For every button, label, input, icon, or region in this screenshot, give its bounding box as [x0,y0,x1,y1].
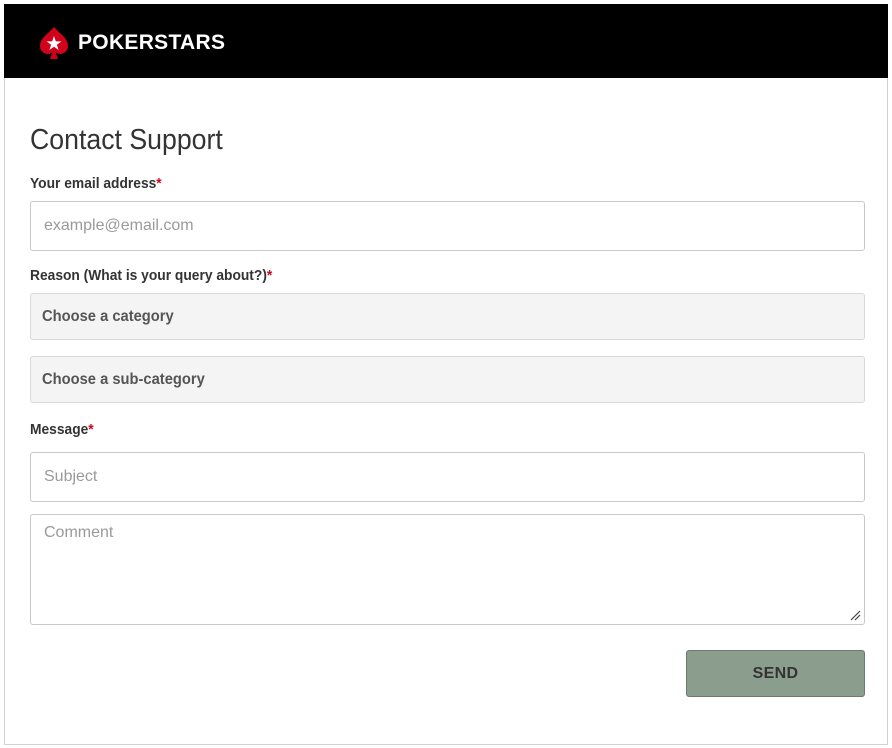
subcategory-select[interactable]: Choose a sub-category [30,356,865,403]
brand-logo-text[interactable]: POKERSTARS [78,31,225,55]
comment-field-wrapper [30,514,865,625]
site-header: POKERSTARS [4,4,888,78]
subject-field[interactable] [31,453,864,501]
send-button-label: SEND [752,664,799,682]
email-label: Your email address* [30,174,162,194]
resize-handle-icon[interactable] [849,609,861,621]
email-label-text: Your email address [30,175,157,192]
email-field-wrapper [30,201,865,251]
email-field[interactable] [31,202,864,250]
subcategory-select-placeholder: Choose a sub-category [42,370,205,388]
reason-label-text: Reason (What is your query about?) [30,267,267,284]
page-title: Contact Support [30,124,223,156]
required-marker: * [156,175,162,192]
message-label: Message* [30,420,94,440]
required-marker: * [266,267,273,284]
subject-field-wrapper [30,452,865,502]
reason-label: Reason (What is your query about?)* [30,266,272,286]
required-marker: * [88,421,94,438]
category-select[interactable]: Choose a category [30,293,865,340]
comment-field[interactable] [31,515,864,624]
message-label-text: Message [30,421,89,438]
send-button[interactable]: SEND [686,650,865,697]
category-select-placeholder: Choose a category [42,307,174,325]
spade-star-icon [40,27,68,59]
